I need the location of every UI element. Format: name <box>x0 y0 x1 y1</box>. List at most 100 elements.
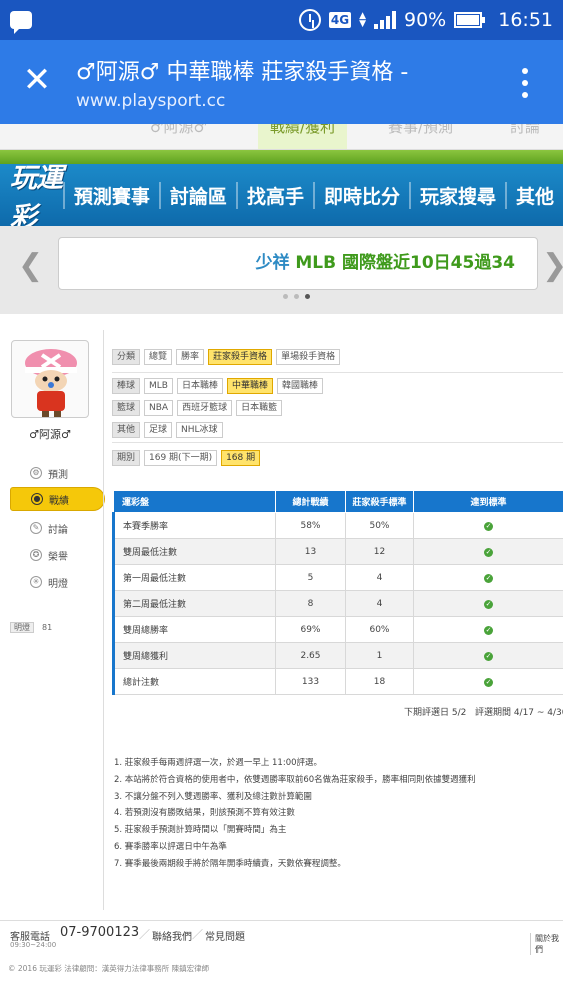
rule-item: 1. 莊家殺手每兩週評選一次，於週一早上 11:00評選。 <box>114 758 323 768</box>
banner-slide[interactable]: 少祥 MLB 國際盤近10日45過34 <box>58 237 538 290</box>
nav-forum[interactable]: 討論區 <box>158 181 236 209</box>
about-link[interactable]: 關於我們 <box>530 933 563 955</box>
nav-livescore[interactable]: 即時比分 <box>312 181 409 209</box>
check-icon: ✓ <box>484 625 493 635</box>
rules-list: 1. 莊家殺手每兩週評選一次，於週一早上 11:00評選。 2. 本站將於符合資… <box>114 755 476 873</box>
filter-option[interactable]: MLB <box>144 378 173 394</box>
table-header: 莊家殺手標準 <box>345 490 414 513</box>
row-label: 本賽季勝率 <box>112 512 276 539</box>
table-row: 總計注數 133 18 ✓ <box>112 668 563 695</box>
clock: 16:51 <box>498 9 553 31</box>
chat-icon: ● <box>31 493 43 505</box>
table-header: 總計戰績 <box>275 490 346 513</box>
row-value: 18 <box>345 668 414 695</box>
filter-period: 期別 169 期(下一期) 168 期 <box>112 449 261 467</box>
subtab-user[interactable]: ♂阿源♂ <box>150 124 207 137</box>
rule-item: 2. 本站將於符合資格的使用者中，依雙週勝率取前60名做為莊家殺手，勝率相同則依… <box>114 774 476 785</box>
data-arrows-icon: ▲ ▼ <box>359 11 366 29</box>
site-logo[interactable]: 玩運彩 <box>10 164 63 226</box>
status-cell: ✓ <box>413 616 563 643</box>
green-divider <box>0 150 563 164</box>
sidebar-item-record[interactable]: ● 戰績 <box>10 487 105 511</box>
filter-option[interactable]: 單場殺手資格 <box>276 349 341 365</box>
filter-option[interactable]: 總覽 <box>144 349 173 365</box>
more-options-icon[interactable] <box>520 68 530 98</box>
rule-item: 3. 不讓分盤不列入雙週勝率、獲利及總注數計算範圍 <box>114 791 312 802</box>
status-cell: ✓ <box>413 590 563 617</box>
table-row: 本賽季勝率 58% 50% ✓ <box>112 512 563 539</box>
status-bar: 4G ▲ ▼ 90% 16:51 <box>0 0 563 40</box>
rule-item: 7. 賽季最後兩期殺手將於隔年開季時續責，天數依賽程調整。 <box>114 858 346 869</box>
filter-option[interactable]: 169 期(下一期) <box>144 450 218 466</box>
filter-option[interactable]: 日本職棒 <box>176 378 223 394</box>
row-value: 12 <box>345 538 414 565</box>
row-value: 2.65 <box>275 642 346 669</box>
username[interactable]: ♂阿源♂ <box>0 426 100 442</box>
check-icon: ✓ <box>484 521 493 531</box>
page-title: ♂阿源♂ 中華職棒 莊家殺手資格 - <box>76 60 409 85</box>
table-row: 第二周最低注數 8 4 ✓ <box>112 590 563 617</box>
table-row: 雙周總勝率 69% 60% ✓ <box>112 616 563 643</box>
row-value: 8 <box>275 590 346 617</box>
rule-item: 5. 莊家殺手預測計算時間以「開賽時間」為主 <box>114 825 287 836</box>
filter-option[interactable]: 勝率 <box>176 349 205 365</box>
row-value: 60% <box>345 616 414 643</box>
close-icon[interactable]: ✕ <box>22 63 52 97</box>
filter-option[interactable]: NBA <box>144 400 174 416</box>
faq-link[interactable]: 常見問題 <box>205 928 245 943</box>
sidebar-item-predict[interactable]: ⚙ 預測 <box>10 461 100 485</box>
filter-option[interactable]: 日本職籃 <box>236 400 283 416</box>
subtab-record[interactable]: 戰績/獲利 <box>258 124 348 149</box>
battery-percent: 90% <box>404 9 447 31</box>
filter-option[interactable]: NHL冰球 <box>176 422 223 438</box>
alarm-icon <box>298 9 321 31</box>
subtab-discussion[interactable]: 討論 <box>510 124 540 137</box>
filter-option[interactable]: 韓國職棒 <box>277 378 324 394</box>
row-value: 4 <box>345 590 414 617</box>
phone-number[interactable]: 07-9700123 <box>60 925 139 940</box>
row-label: 總計注數 <box>112 668 276 695</box>
rule-item: 6. 賽季勝率以評選日中午為準 <box>114 841 227 852</box>
site-footer: 客服電話 09:30~24:00 07-9700123 ／ 聯絡我們 ／ 常見問… <box>0 920 563 1000</box>
rule-item: 4. 若預測沒有勝敗結果，則該預測不算有效注數 <box>114 808 295 819</box>
network-type: 4G <box>328 12 352 28</box>
check-icon: ✓ <box>484 651 493 661</box>
carousel-prev-icon[interactable]: ❮ <box>18 248 43 283</box>
browser-app-bar: ✕ ♂阿源♂ 中華職棒 莊家殺手資格 - www.playsport.cc <box>0 40 563 124</box>
nav-player-search[interactable]: 玩家搜尋 <box>408 181 505 209</box>
filter-option[interactable]: 足球 <box>144 422 173 438</box>
filter-option-selected[interactable]: 中華職棒 <box>227 378 274 394</box>
light-icon: ✳ <box>30 576 42 588</box>
row-value: 133 <box>275 668 346 695</box>
battery-icon <box>454 12 486 28</box>
filter-option-selected[interactable]: 168 期 <box>221 450 261 466</box>
gear-icon: ⚙ <box>30 467 42 479</box>
sidebar-item-beacon[interactable]: ✳ 明燈 <box>10 570 100 594</box>
nav-experts[interactable]: 找高手 <box>235 181 313 209</box>
subtab-predictions[interactable]: 賽事/預測 <box>388 124 453 137</box>
nav-other[interactable]: 其他 <box>504 181 563 209</box>
row-value: 1 <box>345 642 414 669</box>
period-note: 下期評選日 5/2 評選期間 4/17 ~ 4/30 <box>404 708 563 718</box>
carousel-next-icon[interactable]: ❯ <box>542 248 563 283</box>
status-cell: ✓ <box>413 538 563 565</box>
row-label: 雙周總勝率 <box>112 616 276 643</box>
profile-sidebar: ♂阿源♂ ⚙ 預測 ● 戰績 ✎ 討論 ✪ 榮譽 ✳ 明燈 明燈 81 <box>0 330 105 650</box>
signal-icon <box>374 11 396 29</box>
check-icon: ✓ <box>484 573 493 583</box>
profile-subtabs: ♂阿源♂ 戰績/獲利 賽事/預測 討論 <box>0 124 563 150</box>
qualification-table: 運彩盤 總計戰績 莊家殺手標準 達到標準 本賽季勝率 58% 50% ✓ 雙周最低注數 1… <box>112 490 563 695</box>
copyright: © 2016 玩運彩 法律顧問：漢英得力法律事務所 陳鎮宏律師 <box>8 964 210 973</box>
row-label: 第二周最低注數 <box>112 590 276 617</box>
sidebar-item-honor[interactable]: ✪ 榮譽 <box>10 543 100 567</box>
table-row: 雙周最低注數 13 12 ✓ <box>112 538 563 565</box>
sidebar-item-discussion[interactable]: ✎ 討論 <box>10 516 100 540</box>
nav-predict[interactable]: 預測賽事 <box>62 181 159 209</box>
banner-carousel: ❮ 少祥 MLB 國際盤近10日45過34 ❯ <box>0 226 563 314</box>
contact-link[interactable]: 聯絡我們 <box>152 928 192 943</box>
filter-option[interactable]: 西班牙籃球 <box>177 400 233 416</box>
avatar <box>11 340 89 418</box>
row-value: 5 <box>275 564 346 591</box>
filter-option-selected[interactable]: 莊家殺手資格 <box>208 349 273 365</box>
carousel-dots <box>283 294 310 299</box>
